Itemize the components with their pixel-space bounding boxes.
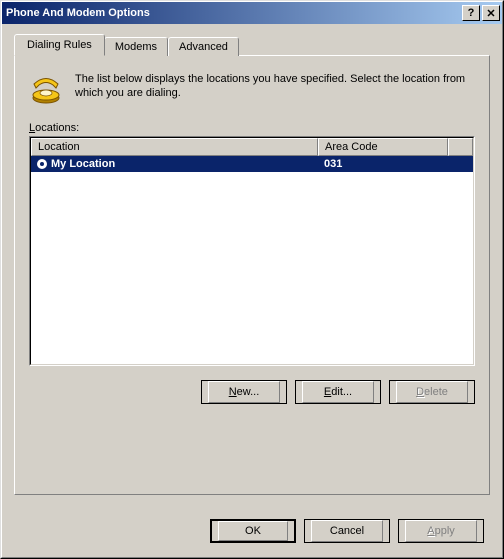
delete-accel: D — [416, 386, 424, 398]
column-header-spacer — [448, 138, 473, 156]
close-button[interactable]: ✕ — [482, 5, 500, 21]
locations-listview[interactable]: Location Area Code My Location 031 — [29, 136, 475, 366]
column-header-location[interactable]: Location — [31, 138, 318, 156]
phone-icon — [29, 70, 63, 104]
ok-button[interactable]: OK — [210, 519, 296, 543]
locations-label-rest: ocations: — [35, 122, 79, 134]
apply-rest: pply — [435, 525, 455, 537]
window-title: Phone And Modem Options — [6, 7, 150, 19]
help-icon: ? — [468, 7, 475, 19]
tab-modems[interactable]: Modems — [104, 37, 168, 56]
close-icon: ✕ — [486, 7, 495, 20]
tab-dialing-rules[interactable]: Dialing Rules — [14, 34, 105, 56]
dialog-body: Dialing Rules Modems Advanced — [2, 24, 502, 557]
intro-row: The list below displays the locations yo… — [29, 70, 475, 104]
cancel-button[interactable]: Cancel — [304, 519, 390, 543]
cancel-label: Cancel — [330, 525, 364, 537]
ok-label: OK — [245, 525, 261, 537]
edit-rest: dit... — [331, 386, 352, 398]
titlebar: Phone And Modem Options ? ✕ — [2, 2, 502, 24]
tab-panel-dialing-rules: The list below displays the locations yo… — [14, 55, 490, 495]
listview-body: My Location 031 — [31, 156, 473, 364]
cell-location-text: My Location — [51, 158, 115, 170]
tab-advanced[interactable]: Advanced — [168, 37, 239, 56]
delete-button: Delete — [389, 380, 475, 404]
titlebar-buttons: ? ✕ — [460, 5, 500, 21]
dialog-buttons: OK Cancel Apply — [210, 519, 484, 543]
dialog-window: Phone And Modem Options ? ✕ Dialing Rule… — [0, 0, 504, 559]
selected-location-icon — [37, 159, 47, 169]
apply-button: Apply — [398, 519, 484, 543]
new-accel: N — [229, 386, 237, 398]
list-item[interactable]: My Location 031 — [31, 156, 473, 172]
column-header-area-code[interactable]: Area Code — [318, 138, 448, 156]
tab-label: Modems — [115, 41, 157, 53]
delete-rest: elete — [424, 386, 448, 398]
listview-header: Location Area Code — [31, 138, 473, 156]
list-buttons: New... Edit... Delete — [29, 380, 475, 404]
apply-accel: A — [427, 525, 434, 537]
cell-location: My Location — [31, 158, 318, 170]
edit-button[interactable]: Edit... — [295, 380, 381, 404]
new-button[interactable]: New... — [201, 380, 287, 404]
new-rest: ew... — [237, 386, 260, 398]
help-button[interactable]: ? — [462, 5, 480, 21]
intro-text: The list below displays the locations yo… — [75, 70, 475, 100]
tab-label: Dialing Rules — [27, 39, 92, 51]
locations-label: Locations: — [29, 122, 475, 134]
tab-label: Advanced — [179, 41, 228, 53]
cell-area-code: 031 — [318, 158, 448, 170]
window-inner: Phone And Modem Options ? ✕ Dialing Rule… — [1, 1, 503, 558]
listview-inner: Location Area Code My Location 031 — [30, 137, 474, 365]
tab-strip: Dialing Rules Modems Advanced — [14, 34, 490, 56]
